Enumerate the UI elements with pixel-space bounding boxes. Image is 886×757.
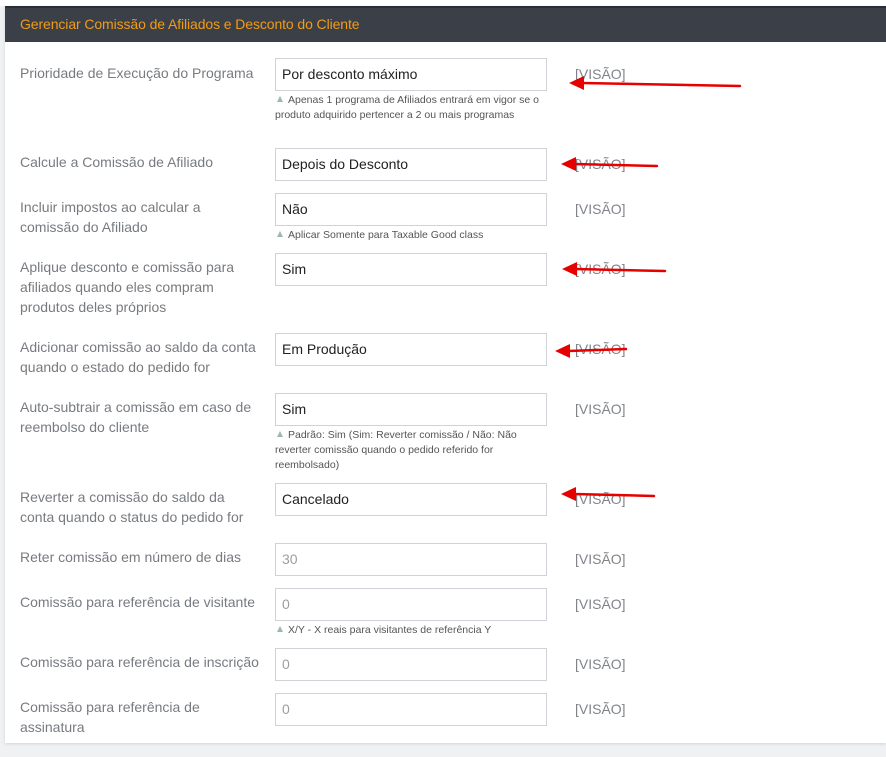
visao-signup-referral[interactable]: [VISÃO] [575, 654, 626, 674]
select-self-purchase[interactable]: Sim [275, 253, 547, 286]
hint-triangle-icon [277, 231, 283, 237]
hint-triangle-icon [277, 626, 283, 632]
visao-execution-priority[interactable]: [VISÃO] [575, 64, 626, 84]
label-hold-days: Reter comissão em número de dias [20, 549, 241, 565]
visao-include-taxes[interactable]: [VISÃO] [575, 199, 626, 219]
hint-include-taxes: Aplicar Somente para Taxable Good class [275, 228, 547, 243]
hint-triangle-icon [277, 431, 283, 437]
select-execution-priority[interactable]: Por desconto máximo [275, 58, 547, 91]
visao-add-commission-status[interactable]: [VISÃO] [575, 339, 626, 359]
visao-revert-commission[interactable]: [VISÃO] [575, 489, 626, 509]
panel-title: Gerenciar Comissão de Afiliados e Descon… [20, 16, 360, 32]
label-auto-subtract: Auto-subtrair a comissão em caso de reem… [20, 399, 252, 435]
input-signup-referral[interactable]: 0 [275, 648, 547, 681]
hint-triangle-icon [277, 96, 283, 102]
label-signup-referral: Comissão para referência de inscrição [20, 654, 259, 670]
panel-header: Gerenciar Comissão de Afiliados e Descon… [5, 6, 886, 42]
visao-subscription-referral[interactable]: [VISÃO] [575, 699, 626, 719]
label-subscription-referral: Comissão para referência de assinatura [20, 699, 200, 735]
select-add-commission-status[interactable]: Em Produção [275, 333, 547, 366]
visao-self-purchase[interactable]: [VISÃO] [575, 259, 626, 279]
hint-execution-priority: Apenas 1 programa de Afiliados entrará e… [275, 94, 539, 121]
label-add-commission-status: Adicionar comissão ao saldo da conta qua… [20, 339, 256, 375]
label-calculate-commission: Calcule a Comissão de Afiliado [20, 154, 213, 170]
visao-hold-days[interactable]: [VISÃO] [575, 549, 626, 569]
input-hold-days[interactable]: 30 [275, 543, 547, 576]
label-visitor-referral: Comissão para referência de visitante [20, 594, 256, 610]
label-self-purchase: Aplique desconto e comissão para afiliad… [20, 259, 235, 315]
select-revert-commission[interactable]: Cancelado [275, 483, 547, 516]
settings-panel: Gerenciar Comissão de Afiliados e Descon… [5, 6, 886, 743]
label-revert-commission: Reverter a comissão do saldo da conta qu… [20, 489, 244, 525]
label-include-taxes: Incluir impostos ao calcular a comissão … [20, 199, 201, 235]
select-auto-subtract[interactable]: Sim [275, 393, 547, 426]
select-include-taxes[interactable]: Não [275, 193, 547, 226]
select-calculate-commission[interactable]: Depois do Desconto [275, 148, 547, 181]
hint-auto-subtract: Padrão: Sim (Sim: Reverter comissão / Nã… [275, 429, 517, 471]
input-subscription-referral[interactable]: 0 [275, 693, 547, 726]
hint-visitor-referral: X/Y - X reais para visitantes de referên… [275, 623, 547, 638]
input-visitor-referral[interactable]: 0 [275, 588, 547, 621]
label-execution-priority: Prioridade de Execução do Programa [20, 65, 254, 81]
visao-calculate-commission[interactable]: [VISÃO] [575, 154, 626, 174]
visao-auto-subtract[interactable]: [VISÃO] [575, 399, 626, 419]
visao-visitor-referral[interactable]: [VISÃO] [575, 594, 626, 614]
